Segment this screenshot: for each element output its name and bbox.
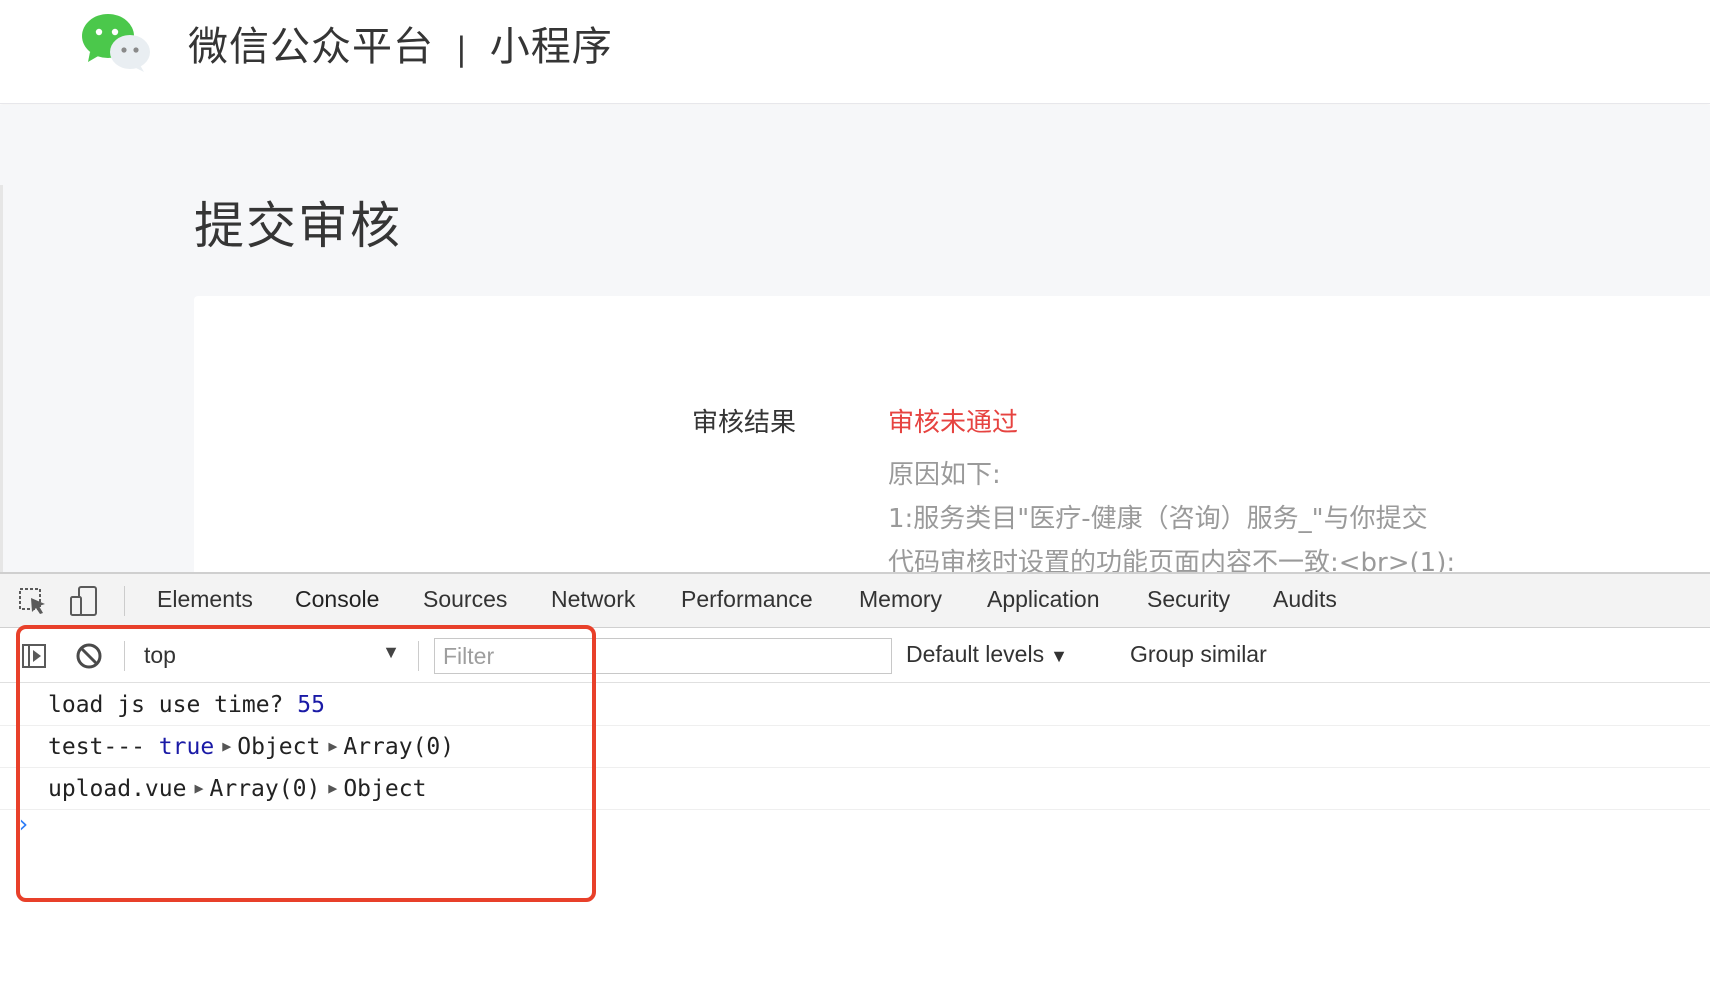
log-text: test--- [48,734,145,760]
tab-performance[interactable]: Performance [681,586,813,613]
devtools-tab-bar: Elements Console Sources Network Perform… [0,574,1710,628]
left-divider [0,185,3,573]
console-output: load js use time? 55 test--- true ▶ Object… [0,684,1710,850]
caret-down-icon: ▼ [382,642,400,662]
toolbar-divider-2 [418,641,419,671]
console-toolbar: top ▼ Default levels▼ Group similar [0,629,1710,683]
context-selector[interactable]: top ▼ [142,640,404,672]
tab-memory[interactable]: Memory [859,586,942,613]
reason-heading: 原因如下: [888,460,1001,490]
default-levels-dropdown[interactable]: Default levels ▼ [906,641,1068,668]
inspect-element-icon[interactable] [16,584,50,618]
console-prompt-icon: › [16,810,31,838]
tab-elements[interactable]: Elements [157,586,253,613]
console-message: load js use time? 55 [0,684,1710,726]
caret-down-icon: ▼ [1050,646,1068,666]
log-number: 55 [297,692,325,718]
log-boolean: true [158,734,215,760]
tab-network[interactable]: Network [551,586,635,613]
expand-triangle-icon[interactable]: ▶ [222,737,231,755]
expand-triangle-icon[interactable]: ▶ [194,779,203,797]
page-viewport: 提交审核 审核结果 审核未通过 原因如下: 1:服务类目"医疗-健康（咨询）服务… [0,0,1710,573]
console-prompt-row[interactable]: › [0,810,1710,850]
console-message: upload.vue ▶ Array(0) ▶ Object [0,768,1710,810]
group-similar-toggle[interactable]: Group similar [1130,641,1267,668]
page-title: 提交审核 [194,197,402,255]
log-text: load js use time? [48,692,284,718]
tab-console[interactable]: Console [295,586,379,613]
show-sidebar-icon[interactable] [18,639,52,673]
tab-application[interactable]: Application [987,586,1100,613]
console-message: test--- true ▶ Object ▶ Array(0) [0,726,1710,768]
tab-security[interactable]: Security [1147,586,1230,613]
log-text: upload.vue [48,776,187,802]
filter-input[interactable] [434,638,892,674]
tab-audits[interactable]: Audits [1273,586,1337,613]
log-array[interactable]: Array(0) [343,734,454,760]
levels-label: Default levels [906,641,1045,667]
reason-line-1: 1:服务类目"医疗-健康（咨询）服务_"与你提交 [888,504,1428,534]
log-object[interactable]: Object [237,734,320,760]
review-result-label: 审核结果 [692,408,797,438]
log-object[interactable]: Object [343,776,426,802]
tab-bar-divider [124,586,125,616]
reason-line-2: 代码审核时设置的功能页面内容不一致:<br>(1): [888,548,1456,573]
review-status: 审核未通过 [888,408,1019,438]
toolbar-divider-1 [124,641,125,671]
log-array[interactable]: Array(0) [210,776,321,802]
tab-sources[interactable]: Sources [423,586,507,613]
device-toolbar-icon[interactable] [68,584,102,618]
context-value: top [144,642,176,668]
clear-console-icon[interactable] [72,639,106,673]
expand-triangle-icon[interactable]: ▶ [328,779,337,797]
expand-triangle-icon[interactable]: ▶ [328,737,337,755]
devtools-panel: Elements Console Sources Network Perform… [0,572,1710,1008]
